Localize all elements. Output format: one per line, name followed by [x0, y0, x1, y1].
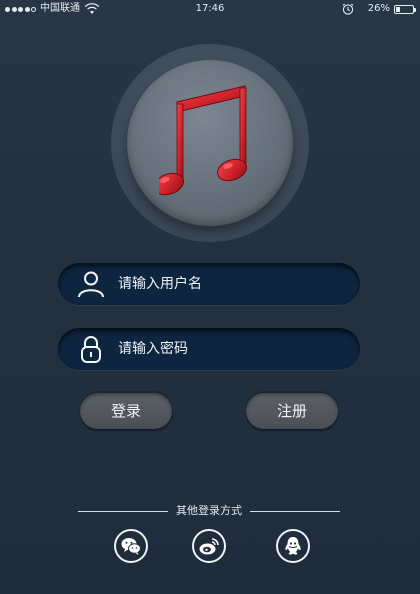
battery-percent: 26%	[367, 3, 390, 14]
user-icon	[78, 271, 104, 298]
wechat-icon	[121, 538, 141, 555]
weibo-login-button[interactable]	[192, 529, 226, 563]
app-logo	[111, 44, 309, 242]
login-screen: 中国联通 17:46 26% 请输入用户名 登录 注册 其他登录方式	[0, 0, 420, 594]
register-button[interactable]: 注册	[246, 393, 338, 429]
music-note-icon	[159, 85, 248, 196]
battery-fill	[396, 6, 400, 12]
login-button[interactable]: 登录	[80, 393, 172, 429]
other-login-divider: 其他登录方式	[78, 503, 340, 519]
battery-icon	[394, 4, 416, 14]
qq-login-button[interactable]	[276, 529, 310, 563]
alarm-icon	[342, 3, 354, 15]
status-bar-right: 26%	[342, 0, 416, 18]
lock-icon	[81, 336, 101, 363]
wechat-login-button[interactable]	[114, 529, 148, 563]
username-input[interactable]	[118, 276, 338, 292]
username-field[interactable]	[58, 263, 360, 305]
logo-disc	[127, 60, 293, 226]
divider-line-right	[250, 511, 340, 512]
password-field[interactable]	[58, 328, 360, 370]
status-bar: 中国联通 17:46 26%	[0, 0, 420, 18]
weibo-icon	[199, 538, 219, 555]
password-input[interactable]	[118, 341, 338, 357]
qq-icon	[285, 537, 301, 555]
